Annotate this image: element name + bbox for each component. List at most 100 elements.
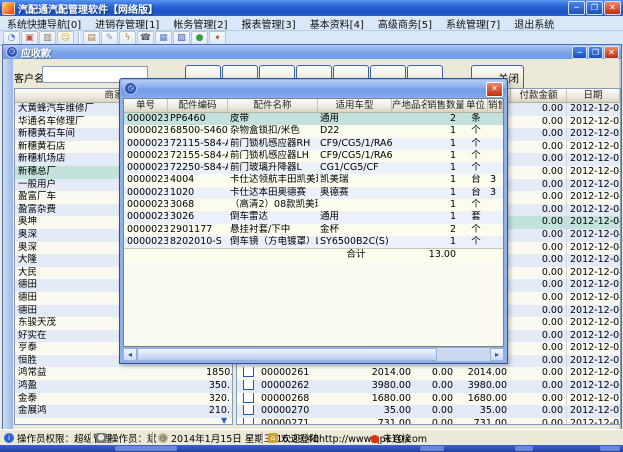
unit-cell: 个 [464,236,488,248]
detail-grid-rows: 00000230PP6460皮带通用2条0000023068500-S4601杂… [124,113,503,262]
clock-icon: ◷ [158,433,168,443]
scroll-right-icon[interactable]: ▸ [490,348,504,361]
date-cell: 2012-12-03 00:00:0 [567,279,620,292]
price-cell [488,150,503,162]
table-row[interactable]: 000002681680.000.001680.000.002012-12-07… [237,393,620,406]
date-cell: 2012-12-04 14:07:3 [567,216,620,229]
brand-cell [392,236,427,248]
part-name-cell: （高清2）08款凯美瑞摄像头 [228,199,318,211]
menu-item-6[interactable]: 系统管理[7] [439,16,507,31]
payment-cell: 0.00 [511,279,567,292]
date-cell: 2012-12-04 09:27:0 [567,166,620,179]
part-code-cell: 3068 [168,199,228,211]
row-checkbox[interactable] [243,367,254,377]
table-row[interactable]: 000002303068（高清2）08款凯美瑞摄像头1个 [124,199,503,211]
app-titlebar: 汽配通汽配管理软件【网络版】 ─ ❐ ✕ [0,0,623,16]
menu-item-1[interactable]: 进销存管理[1] [88,16,166,31]
column-header: 配件编码 [168,99,228,112]
list-item[interactable]: 鸿常益1850. [15,367,232,380]
disconnected-icon: ● [370,432,380,445]
quantity-cell: 2 [427,113,464,125]
row-checkbox[interactable] [243,393,254,403]
row-checkbox[interactable] [243,418,254,425]
taskbar-strip [0,445,623,452]
brand-cell [392,199,427,211]
table-row[interactable]: 0000023072115-S84-A01前门锁机感应器RHCF9/CG5/1/… [124,138,503,150]
app-icon [2,2,15,15]
table-row[interactable]: 000002303026倒车雷达通用1套 [124,211,503,223]
table-row[interactable]: 00000271731.000.00731.000.002012-12-07 1… [237,418,620,425]
quantity-cell: 1 [427,174,464,186]
window-minimize-button[interactable]: ─ [572,46,587,59]
list-item[interactable]: 金泰320. [15,393,232,406]
detail-dialog: ◷ ✕ 单号配件编码配件名称适用车型产地品名销售数量单位销售价 00000230… [119,78,508,364]
table-row[interactable]: 000002612014.000.002014.000.002012-12-06… [237,367,620,380]
price-cell [488,125,503,137]
part-code-cell: 72115-S84-A01 [168,138,228,150]
window-maximize-button[interactable]: ❐ [588,46,603,59]
menu-item-7[interactable]: 退出系统 [507,16,561,31]
table-row[interactable]: 0000023072155-S84-A11前门锁机感应器LHCF9/CG5/1/… [124,150,503,162]
unit-cell: 个 [464,224,488,236]
window-close-button[interactable]: ✕ [604,46,619,59]
order-number-cell: 00000230 [124,125,168,137]
dialog-horizontal-scrollbar[interactable]: ◂ ▸ [123,348,504,361]
dialog-titlebar[interactable]: ◷ ✕ [121,80,506,97]
car-model-cell: D22 [318,125,392,137]
maximize-button[interactable]: ❐ [586,1,603,15]
list-item[interactable] [15,418,232,425]
date-cell: 2012-12-05 00:00:0 [567,342,620,355]
table-row[interactable]: 0000023068500-S4601杂物盒锁扣/米色D221个 [124,125,503,137]
merchant-amount: 1850. [206,367,232,380]
due-cell: 35.00 [455,405,511,418]
payment-cell: 0.00 [511,229,567,242]
close-button[interactable]: ✕ [604,1,621,15]
merchant-amount: 210. [206,405,232,418]
amount-cell: 731.00 [323,418,415,425]
scroll-left-icon[interactable]: ◂ [123,348,137,361]
table-row[interactable]: 000002308202010-S倒车镜（方电镀罩）LHSY6500B2C(S)… [124,236,503,248]
table-row[interactable]: 000002302901177悬挂衬套/下中金杯2个 [124,224,503,236]
quantity-cell: 1 [427,236,464,248]
unit-cell: 个 [464,138,488,150]
table-row[interactable]: 000002301020卡仕达本田奥德赛奥德赛1台3 [124,187,503,199]
table-row[interactable]: 00000230PP6460皮带通用2条 [124,113,503,125]
minimize-button[interactable]: ─ [568,1,585,15]
payment-cell: 0.00 [511,330,567,343]
payment-cell: 0.00 [511,355,567,368]
due-cell: 1680.00 [455,393,511,406]
scroll-down-icon[interactable]: ▼ [221,416,227,425]
part-code-cell: 1020 [168,187,228,199]
order-number-cell: 00000230 [124,138,168,150]
amount-cell: 3980.00 [323,380,415,393]
table-row[interactable]: 0000027035.000.0035.000.002012-12-07 14:… [237,405,620,418]
date-cell: 2012-12-06 11:43:3 [567,305,620,318]
menu-item-5[interactable]: 高级商务[5] [371,16,439,31]
payment-cell: 0.00 [511,292,567,305]
menu-item-2[interactable]: 帐务管理[2] [166,16,234,31]
part-code-cell: 72155-S84-A11 [168,150,228,162]
quantity-cell: 1 [427,150,464,162]
due-cell: 731.00 [455,418,511,425]
column-header: 单号 [124,99,168,112]
menu-item-3[interactable]: 报表管理[3] [235,16,303,31]
table-row[interactable]: 0000023072250-S84-A02前门玻璃升降器LCG1/CG5/CF1… [124,162,503,174]
list-item[interactable]: 鸿盈350. [15,380,232,393]
row-checkbox[interactable] [243,380,254,390]
unit-cell: 个 [464,150,488,162]
quantity-cell: 1 [427,162,464,174]
table-row[interactable]: 000002623980.000.003980.000.002012-12-06… [237,380,620,393]
row-checkbox[interactable] [243,405,254,415]
total-label: 合计 [318,249,392,261]
operator-icon: ☻ [96,433,106,443]
column-header: 销售数量 [427,99,464,112]
menu-item-0[interactable]: 系统快捷导航[0] [0,16,88,31]
table-row[interactable]: 000002304004卡仕达领航丰田凯美瑞（8寸凯美瑞1台3 [124,174,503,186]
menu-item-4[interactable]: 基本资料[4] [303,16,371,31]
list-item[interactable]: 金展鸿210. [15,405,232,418]
dialog-close-button[interactable]: ✕ [486,82,503,97]
payment-cell: 0.00 [511,103,567,116]
scrollbar-thumb[interactable] [137,348,437,361]
unit-cell: 台 [464,174,488,186]
order-number-cell: 00000230 [124,187,168,199]
